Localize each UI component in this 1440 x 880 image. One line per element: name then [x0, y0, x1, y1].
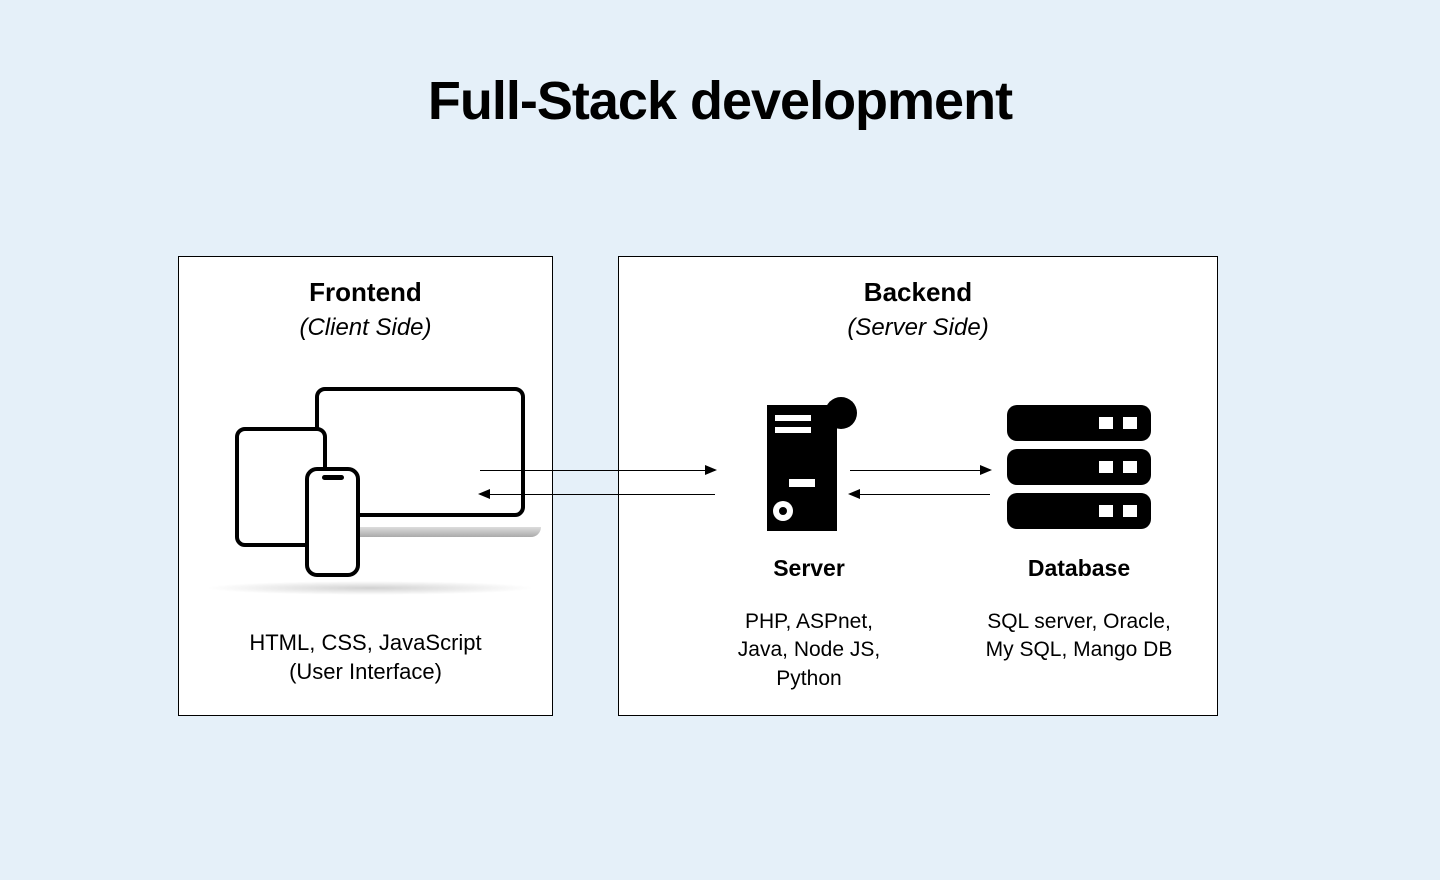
frontend-tech-line1: HTML, CSS, JavaScript — [179, 628, 552, 658]
frontend-title: Frontend — [179, 277, 552, 308]
database-column: Database SQL server, Oracle, My SQL, Man… — [954, 387, 1204, 665]
server-icon — [749, 387, 869, 537]
database-icon — [999, 397, 1159, 537]
server-column: Server PHP, ASPnet, Java, Node JS, Pytho… — [684, 387, 934, 693]
database-tech-line1: SQL server, Oracle, — [954, 608, 1204, 636]
backend-header: Backend (Server Side) — [619, 257, 1217, 342]
server-tech-line1: PHP, ASPnet, — [684, 608, 934, 636]
frontend-header: Frontend (Client Side) — [179, 257, 552, 342]
server-tech: PHP, ASPnet, Java, Node JS, Python — [684, 608, 934, 693]
diagram-title: Full-Stack development — [0, 70, 1440, 132]
backend-title: Backend — [619, 277, 1217, 308]
database-tech: SQL server, Oracle, My SQL, Mango DB — [954, 608, 1204, 665]
diagram-canvas: Full-Stack development Frontend (Client … — [0, 0, 1440, 880]
database-tech-line2: My SQL, Mango DB — [954, 636, 1204, 664]
server-tech-line2: Java, Node JS, — [684, 636, 934, 664]
devices-icon — [215, 387, 515, 587]
frontend-box: Frontend (Client Side) HTML, CSS, JavaSc… — [178, 256, 553, 716]
frontend-tech-line2: (User Interface) — [179, 657, 552, 687]
phone-icon — [305, 467, 360, 577]
server-label: Server — [684, 555, 934, 582]
backend-box: Backend (Server Side) — [618, 256, 1218, 716]
frontend-tech: HTML, CSS, JavaScript (User Interface) — [179, 628, 552, 687]
arrow-database-to-server — [850, 494, 990, 495]
backend-subtitle: (Server Side) — [619, 314, 1217, 342]
arrow-server-to-database — [850, 470, 990, 471]
frontend-subtitle: (Client Side) — [179, 314, 552, 342]
database-label: Database — [954, 555, 1204, 582]
arrow-frontend-to-server — [480, 470, 715, 471]
arrow-server-to-frontend — [480, 494, 715, 495]
server-tech-line3: Python — [684, 665, 934, 693]
